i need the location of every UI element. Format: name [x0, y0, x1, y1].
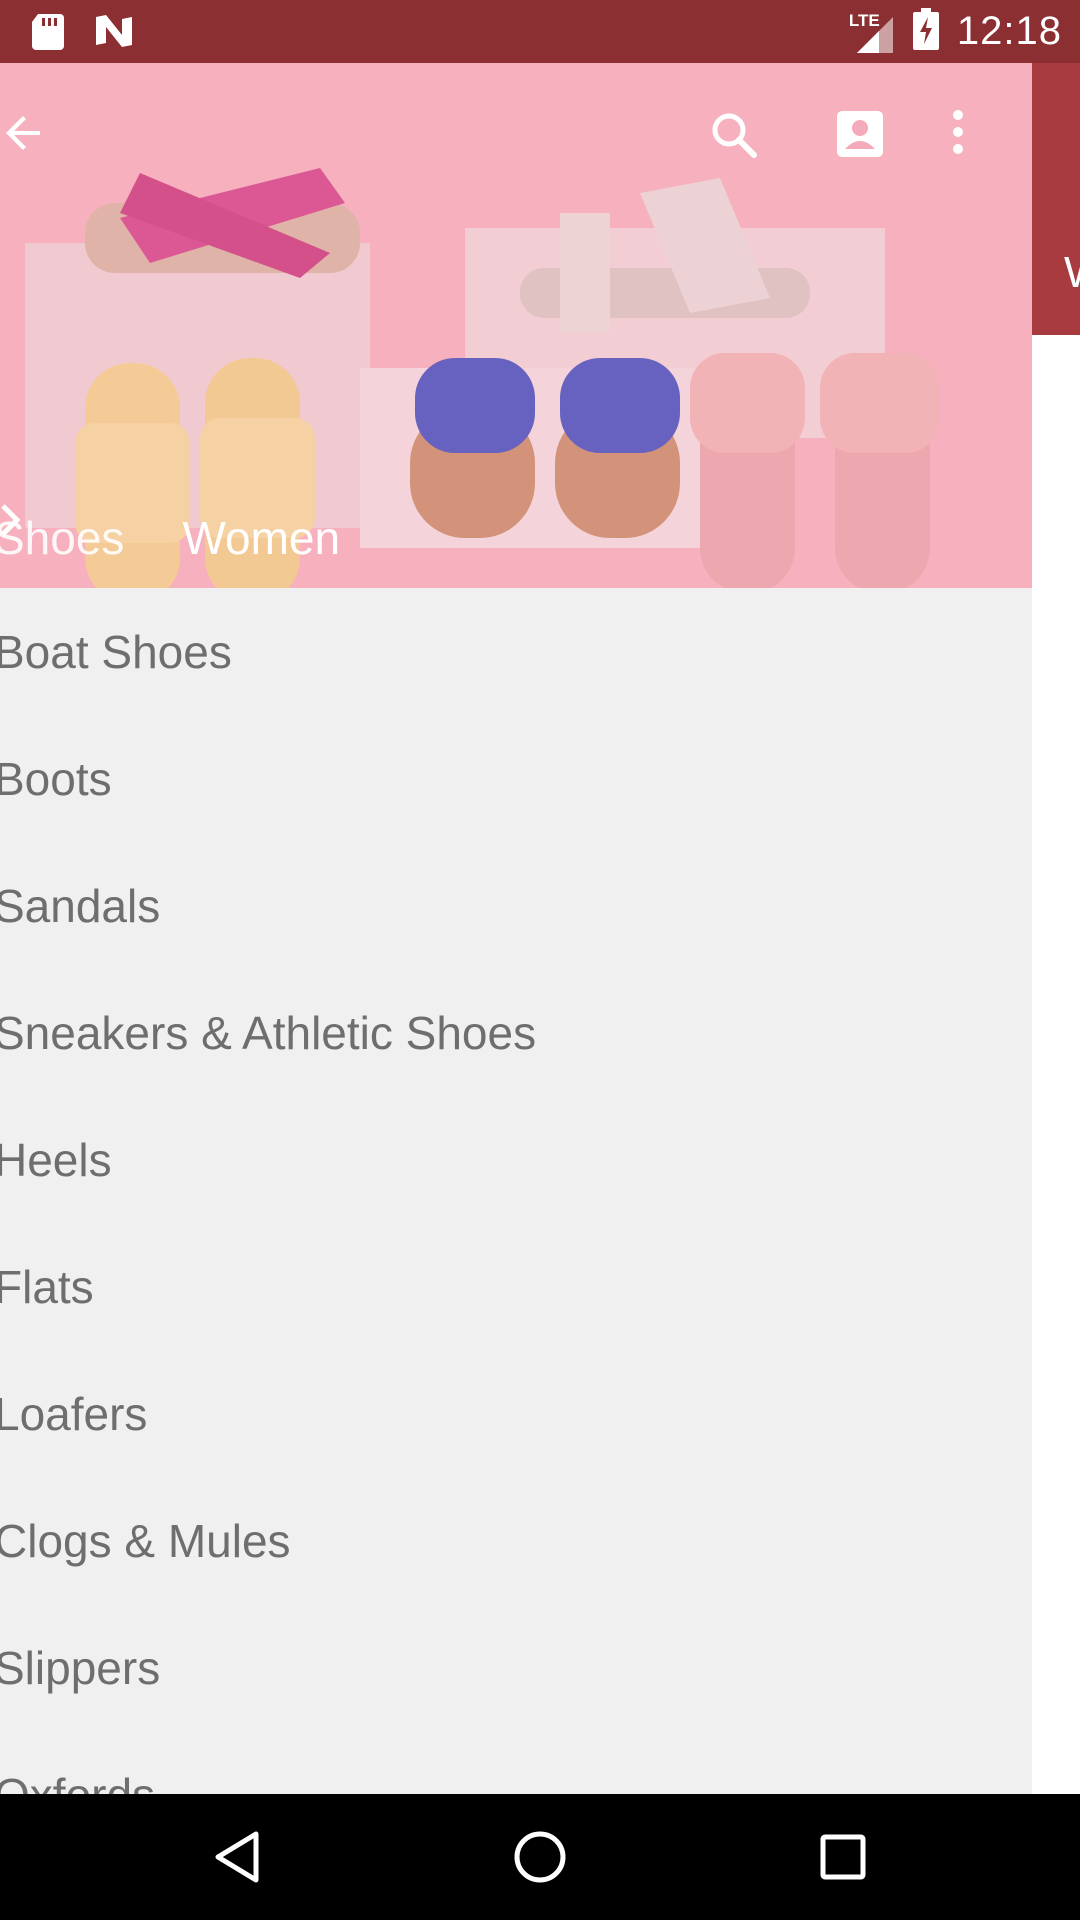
search-icon — [712, 113, 757, 158]
category-label: Heels — [0, 1133, 112, 1186]
list-item[interactable]: Sneakers & Athletic Shoes — [0, 969, 1032, 1096]
category-label: Loafers — [0, 1387, 148, 1440]
background-partial-text: W — [1064, 248, 1080, 298]
list-item[interactable]: Heels — [0, 1096, 1032, 1223]
account-button[interactable] — [835, 109, 891, 165]
category-label: Sandals — [0, 879, 161, 932]
breadcrumb: Shoes Women — [0, 503, 340, 573]
category-label: Boat Shoes — [0, 625, 232, 678]
list-item[interactable]: Oxfords — [0, 1731, 1032, 1795]
category-drawer: Shoes Women Boat Shoes Boots Sandals Sne… — [0, 63, 1032, 1794]
more-options-button[interactable] — [948, 109, 1004, 165]
category-label: Flats — [0, 1260, 94, 1313]
arrow-back-icon — [6, 116, 40, 150]
back-button[interactable] — [0, 109, 56, 165]
category-label: Clogs & Mules — [0, 1514, 291, 1567]
lte-signal-icon: LTE — [849, 9, 895, 55]
category-label: Sneakers & Athletic Shoes — [0, 1006, 537, 1059]
recents-square-icon — [820, 1834, 866, 1880]
list-item[interactable]: Clogs & Mules — [0, 1477, 1032, 1604]
category-list: Boat Shoes Boots Sandals Sneakers & Athl… — [0, 588, 1032, 1795]
status-bar: LTE 12:18 — [0, 0, 1080, 63]
list-item[interactable]: Slippers — [0, 1604, 1032, 1731]
account-icon — [837, 111, 883, 157]
breadcrumb-current: Women — [182, 512, 341, 564]
search-button[interactable] — [708, 109, 764, 165]
list-item[interactable]: Loafers — [0, 1350, 1032, 1477]
hero-banner: Shoes Women — [0, 63, 1032, 588]
n-notification-icon — [94, 13, 134, 54]
list-item[interactable]: Flats — [0, 1223, 1032, 1350]
more-vert-icon — [953, 110, 963, 154]
home-circle-icon — [514, 1831, 566, 1883]
category-label: Slippers — [0, 1641, 161, 1694]
nav-recents-button[interactable] — [810, 1824, 876, 1890]
list-item[interactable]: Sandals — [0, 842, 1032, 969]
battery-charging-icon — [912, 8, 939, 55]
category-label: Oxfords — [0, 1768, 155, 1795]
nav-back-button[interactable] — [204, 1824, 270, 1890]
navigation-bar — [0, 1794, 1080, 1920]
category-label: Boots — [0, 752, 112, 805]
status-time: 12:18 — [956, 9, 1062, 53]
nav-home-button[interactable] — [507, 1824, 573, 1890]
sd-card-icon — [30, 12, 66, 55]
list-item[interactable]: Boat Shoes — [0, 588, 1032, 715]
back-triangle-icon — [215, 1831, 259, 1883]
list-item[interactable]: Boots — [0, 715, 1032, 842]
